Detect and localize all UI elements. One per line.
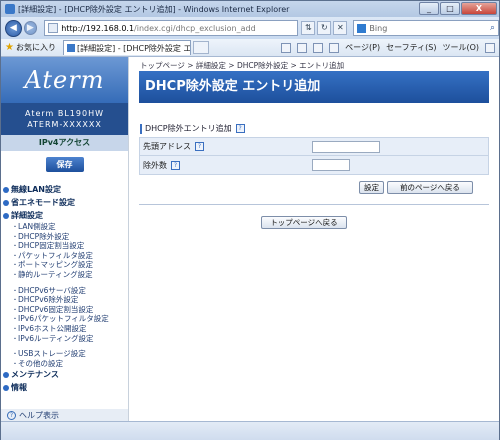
menu-item-dhcpv6-exclusion[interactable]: DHCPv6除外設定 xyxy=(3,295,127,305)
start-address-label: 先頭アドレス? xyxy=(140,141,308,152)
command-bar: ★ お気に入り [詳細設定] - [DHCP除外設定 エント... ページ(P)… xyxy=(1,39,499,57)
help-question-icon[interactable]: ? xyxy=(171,160,180,170)
menu-item-dhcpv6-server[interactable]: DHCPv6サーバ設定 xyxy=(3,286,127,296)
form-row: 先頭アドレス? xyxy=(140,138,488,156)
home-icon[interactable] xyxy=(281,42,292,53)
mail-icon[interactable] xyxy=(313,42,324,53)
favorites-star-icon[interactable]: ★ xyxy=(5,42,14,53)
safety-menu[interactable]: セーフティ(S) xyxy=(386,42,436,53)
top-page-button[interactable]: トップページへ戻る xyxy=(261,216,347,229)
back-page-button[interactable]: 前のページへ戻る xyxy=(387,181,473,194)
address-row: ◀ ▶ http://192.168.0.1/index.cgi/dhcp_ex… xyxy=(1,17,500,39)
exclusion-count-input[interactable] xyxy=(312,159,350,171)
model-box: Aterm BL190HW ATERM-XXXXXX xyxy=(1,103,128,135)
title-bar: [詳細設定] - [DHCP除外設定 エントリ追加] - Windows Int… xyxy=(1,1,499,17)
new-tab-button[interactable] xyxy=(192,41,209,54)
page-menu[interactable]: ページ(P) xyxy=(345,42,380,53)
bullet-icon xyxy=(3,371,9,378)
tools-menu[interactable]: ツール(O) xyxy=(442,42,479,53)
help-link[interactable]: ? ヘルプ表示 xyxy=(1,409,128,421)
menu-wireless-lan[interactable]: 無線LAN設定 xyxy=(3,183,127,196)
menu-item-static-routing[interactable]: 静的ルーティング設定 xyxy=(3,270,127,280)
divider xyxy=(139,204,489,205)
tab-label: [詳細設定] - [DHCP除外設定 エント... xyxy=(76,43,191,53)
search-box[interactable]: Bing ⌕ xyxy=(353,20,500,36)
set-button[interactable]: 設定 xyxy=(359,181,384,194)
save-button[interactable]: 保存 xyxy=(45,156,84,172)
form-row: 除外数? xyxy=(140,156,488,174)
menu-eco-mode[interactable]: 省エネモード設定 xyxy=(3,196,127,209)
page-title: DHCP除外設定 エントリ追加 xyxy=(139,71,489,103)
bullet-icon xyxy=(3,212,9,219)
start-address-input[interactable] xyxy=(312,140,380,153)
url-path: /index.cgi/dhcp_exclusion_add xyxy=(134,23,256,33)
exclusion-count-label: 除外数? xyxy=(140,160,308,171)
search-placeholder: Bing xyxy=(369,23,388,33)
menu-item-dhcp-exclusion[interactable]: DHCP除外設定 xyxy=(3,232,127,242)
bing-icon xyxy=(357,23,367,33)
url-host: http://192.168.0.1 xyxy=(61,23,135,33)
maximize-button[interactable]: □ xyxy=(440,2,460,15)
refresh-icon[interactable]: ↻ xyxy=(317,21,332,35)
menu-item-lan[interactable]: LAN側設定 xyxy=(3,222,127,232)
section-title: DHCP除外エントリ追加 ? xyxy=(140,123,245,134)
menu-item-ipv6-host[interactable]: IPv6ホスト公開設定 xyxy=(3,324,127,334)
logo-text: Aterm xyxy=(24,66,105,94)
help-icon[interactable] xyxy=(485,42,495,53)
search-icon[interactable]: ⌕ xyxy=(490,23,495,33)
menu-info[interactable]: 情報 xyxy=(3,381,127,394)
device-id: ATERM-XXXXXX xyxy=(27,120,102,129)
menu-item-usb-storage[interactable]: USBストレージ設定 xyxy=(3,349,127,359)
tab-favicon xyxy=(66,44,75,52)
sidebar: Aterm Aterm BL190HW ATERM-XXXXXX IPv4アクセ… xyxy=(1,57,129,421)
page-icon xyxy=(48,23,59,33)
menu-item-packet-filter[interactable]: パケットフィルタ設定 xyxy=(3,251,127,261)
page-content: Aterm Aterm BL190HW ATERM-XXXXXX IPv4アクセ… xyxy=(1,57,499,421)
bullet-icon xyxy=(3,199,9,206)
menu-item-port-mapping[interactable]: ポートマッピング設定 xyxy=(3,260,127,270)
ie-icon xyxy=(5,4,15,14)
feeds-icon[interactable] xyxy=(297,42,308,53)
stop-icon[interactable]: ✕ xyxy=(333,21,348,35)
forward-arrow-icon[interactable]: ▶ xyxy=(23,21,38,35)
close-button[interactable]: X xyxy=(461,2,497,15)
access-mode: IPv4アクセス xyxy=(1,135,128,151)
model-name: Aterm BL190HW xyxy=(24,109,104,118)
browser-tab[interactable]: [詳細設定] - [DHCP除外設定 エント... xyxy=(62,40,191,55)
menu-item-dhcp-fixed[interactable]: DHCP固定割当設定 xyxy=(3,241,127,251)
browser-window: [詳細設定] - [DHCP除外設定 エントリ追加] - Windows Int… xyxy=(0,0,500,440)
breadcrumb[interactable]: トップページ > 詳細設定 > DHCP除外設定 > エントリ追加 xyxy=(140,60,344,71)
menu-detail-settings[interactable]: 詳細設定 xyxy=(3,209,127,222)
entry-form: 先頭アドレス? 除外数? xyxy=(139,137,489,175)
menu-item-dhcpv6-fixed[interactable]: DHCPv6固定割当設定 xyxy=(3,305,127,315)
help-question-icon[interactable]: ? xyxy=(195,142,204,151)
help-question-icon[interactable]: ? xyxy=(235,124,245,133)
back-arrow-icon[interactable]: ◀ xyxy=(5,19,22,37)
menu-item-ipv6-routing[interactable]: IPv6ルーティング設定 xyxy=(3,334,127,344)
aterm-logo: Aterm xyxy=(1,57,128,103)
status-bar xyxy=(1,421,499,440)
sidebar-menu: 無線LAN設定 省エネモード設定 詳細設定 LAN側設定 DHCP除外設定 DH… xyxy=(3,183,127,394)
menu-item-other[interactable]: その他の設定 xyxy=(3,359,127,369)
bullet-icon xyxy=(3,384,9,391)
print-icon[interactable] xyxy=(329,42,340,53)
menu-item-ipv6-packet-filter[interactable]: IPv6パケットフィルタ設定 xyxy=(3,314,127,324)
address-bar[interactable]: http://192.168.0.1/index.cgi/dhcp_exclus… xyxy=(44,20,299,36)
favorites-button[interactable]: お気に入り xyxy=(16,42,56,53)
compat-view-icon[interactable]: ⇅ xyxy=(301,21,316,35)
help-icon: ? xyxy=(7,410,16,420)
menu-maintenance[interactable]: メンテナンス xyxy=(3,368,127,381)
bullet-icon xyxy=(3,186,9,193)
minimize-button[interactable]: _ xyxy=(419,2,439,15)
window-title: [詳細設定] - [DHCP除外設定 エントリ追加] - Windows Int… xyxy=(18,4,290,14)
main-content: トップページ > 詳細設定 > DHCP除外設定 > エントリ追加 DHCP除外… xyxy=(130,57,499,421)
